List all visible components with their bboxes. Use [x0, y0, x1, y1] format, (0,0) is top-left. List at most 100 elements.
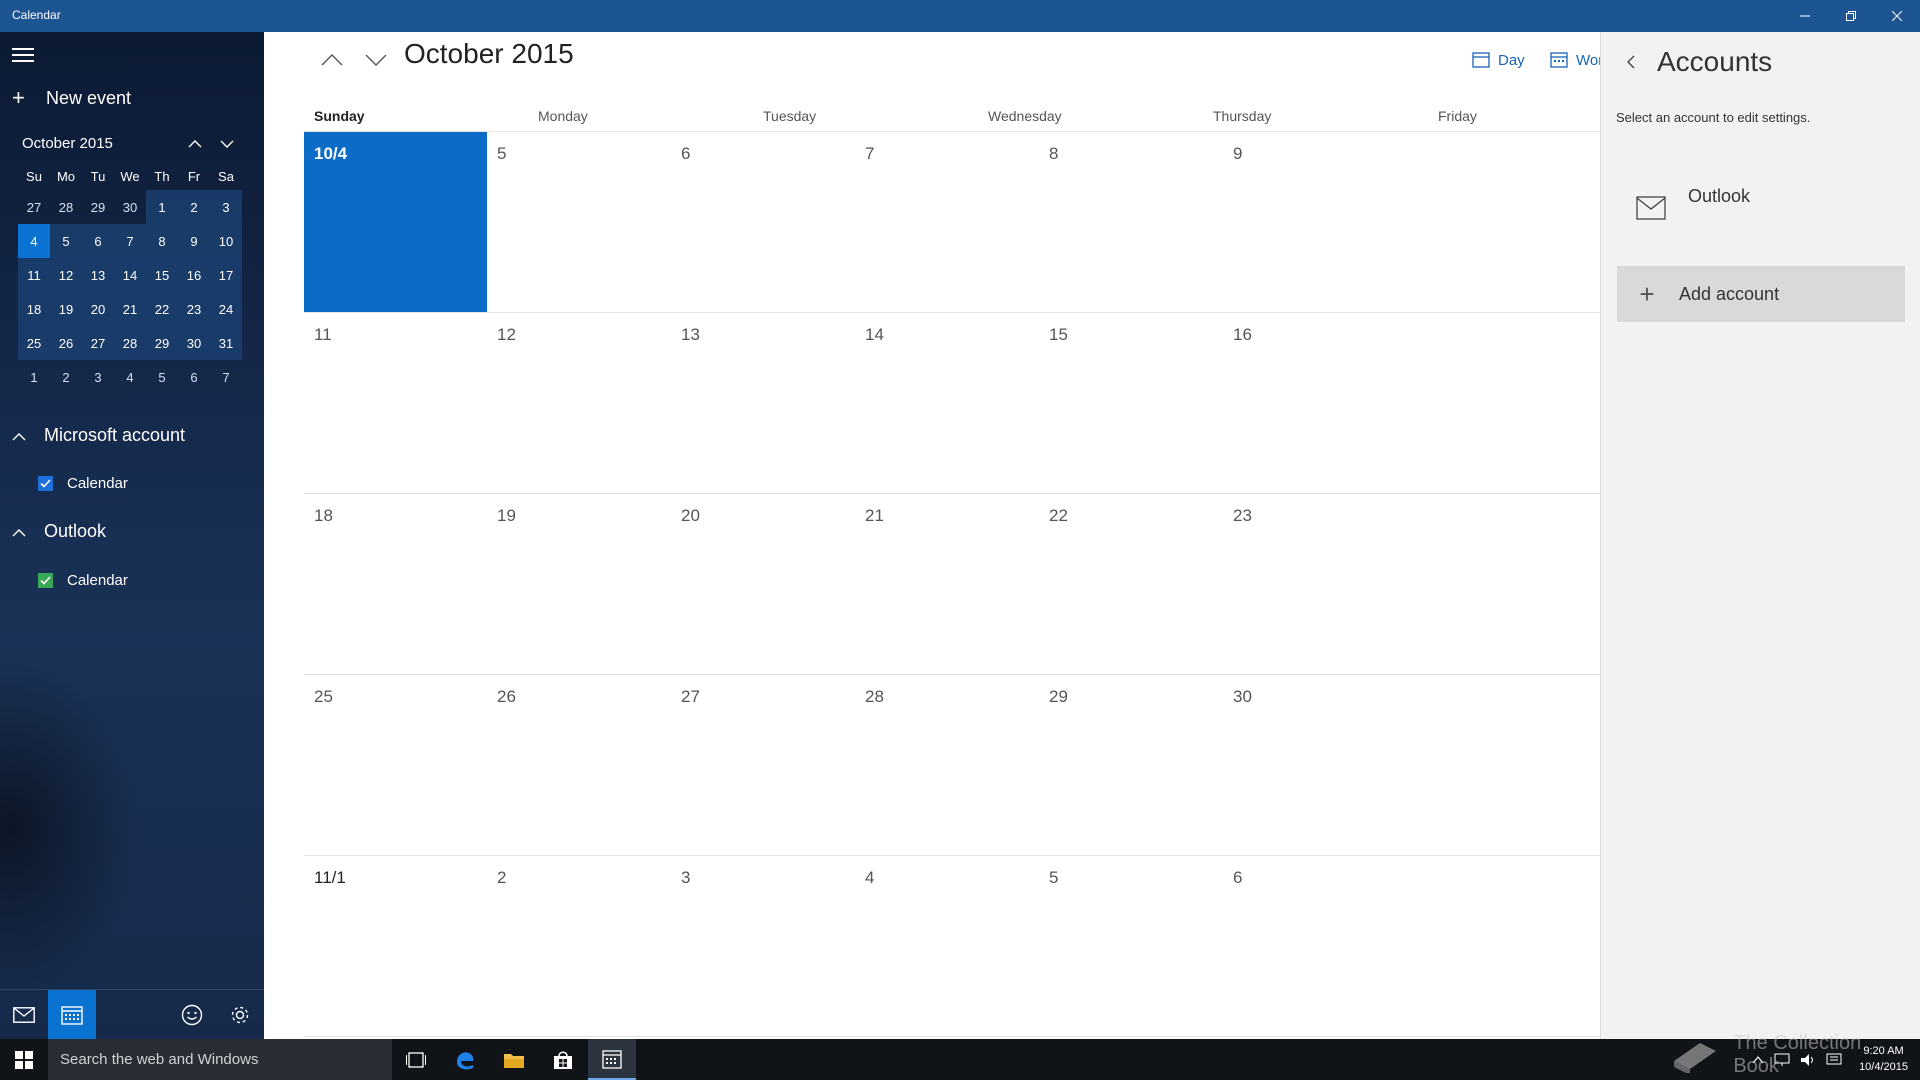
mini-calendar-day[interactable]: 27: [18, 190, 50, 224]
mini-calendar-day[interactable]: 26: [50, 326, 82, 360]
mini-calendar-day[interactable]: 30: [114, 190, 146, 224]
mini-calendar-day[interactable]: 14: [114, 258, 146, 292]
mini-calendar-day[interactable]: 28: [50, 190, 82, 224]
mini-calendar-day[interactable]: 5: [146, 360, 178, 394]
day-cell[interactable]: 29: [1039, 675, 1223, 855]
mini-calendar-day[interactable]: 3: [210, 190, 242, 224]
store-button[interactable]: [539, 1039, 587, 1080]
file-explorer-button[interactable]: [490, 1039, 538, 1080]
close-button[interactable]: [1874, 0, 1920, 32]
day-cell[interactable]: 20: [671, 494, 855, 674]
mini-calendar-day[interactable]: 11: [18, 258, 50, 292]
calendar-toggle-outlook[interactable]: Calendar: [38, 569, 128, 591]
day-cell[interactable]: 11: [304, 313, 487, 493]
day-cell[interactable]: 21: [855, 494, 1039, 674]
mini-calendar-day[interactable]: 16: [178, 258, 210, 292]
feedback-button[interactable]: [168, 990, 216, 1039]
start-button[interactable]: [0, 1039, 48, 1080]
mini-calendar-day[interactable]: 9: [178, 224, 210, 258]
mini-calendar-day[interactable]: 3: [82, 360, 114, 394]
mini-calendar-day[interactable]: 28: [114, 326, 146, 360]
back-button[interactable]: [1619, 50, 1643, 74]
mini-calendar-previous-button[interactable]: [183, 132, 207, 156]
mini-calendar-day[interactable]: 24: [210, 292, 242, 326]
day-cell[interactable]: 6: [671, 132, 855, 312]
search-box[interactable]: Search the web and Windows: [48, 1039, 392, 1080]
next-month-button[interactable]: [358, 42, 394, 78]
mini-calendar-day[interactable]: 25: [18, 326, 50, 360]
mini-calendar-day[interactable]: 10: [210, 224, 242, 258]
mini-calendar-day[interactable]: 19: [50, 292, 82, 326]
checkbox[interactable]: [38, 572, 53, 588]
day-cell[interactable]: 14: [855, 313, 1039, 493]
mini-calendar-day[interactable]: 29: [82, 190, 114, 224]
mini-calendar-day[interactable]: 6: [178, 360, 210, 394]
day-cell[interactable]: 9: [1223, 132, 1600, 312]
day-cell[interactable]: 30: [1223, 675, 1600, 855]
add-account-button[interactable]: + Add account: [1617, 266, 1905, 322]
mini-calendar-day[interactable]: 1: [18, 360, 50, 394]
mini-calendar-next-button[interactable]: [215, 132, 239, 156]
day-cell[interactable]: 12: [487, 313, 671, 493]
checkbox[interactable]: [38, 475, 53, 491]
mini-calendar-day[interactable]: 13: [82, 258, 114, 292]
hamburger-menu-icon[interactable]: [12, 44, 34, 64]
mini-calendar-day[interactable]: 29: [146, 326, 178, 360]
month-title[interactable]: October 2015: [404, 38, 574, 70]
mini-calendar-day[interactable]: 6: [82, 224, 114, 258]
mini-calendar-day[interactable]: 2: [178, 190, 210, 224]
mini-calendar-day[interactable]: 23: [178, 292, 210, 326]
mini-calendar-day[interactable]: 31: [210, 326, 242, 360]
account-outlook[interactable]: Outlook: [1616, 182, 1906, 242]
day-cell[interactable]: 13: [671, 313, 855, 493]
previous-month-button[interactable]: [314, 42, 350, 78]
day-cell[interactable]: 28: [855, 675, 1039, 855]
mini-calendar-day[interactable]: 30: [178, 326, 210, 360]
mini-calendar-day[interactable]: 22: [146, 292, 178, 326]
mail-button[interactable]: [0, 990, 48, 1039]
mini-calendar-day[interactable]: 4: [114, 360, 146, 394]
work-week-view-button[interactable]: Wor: [1550, 42, 1603, 78]
day-cell[interactable]: 6: [1223, 856, 1600, 1036]
day-cell[interactable]: 15: [1039, 313, 1223, 493]
day-view-button[interactable]: Day: [1472, 42, 1525, 78]
mini-calendar-day[interactable]: 7: [114, 224, 146, 258]
task-view-button[interactable]: [392, 1039, 440, 1080]
mini-calendar-month-label[interactable]: October 2015: [22, 135, 113, 152]
mini-calendar-day[interactable]: 1: [146, 190, 178, 224]
day-cell[interactable]: 22: [1039, 494, 1223, 674]
day-cell[interactable]: 27: [671, 675, 855, 855]
mini-calendar-day[interactable]: 18: [18, 292, 50, 326]
day-cell[interactable]: 5: [1039, 856, 1223, 1036]
mini-calendar-day[interactable]: 17: [210, 258, 242, 292]
edge-button[interactable]: [441, 1039, 489, 1080]
day-cell[interactable]: 2: [487, 856, 671, 1036]
day-cell[interactable]: 7: [855, 132, 1039, 312]
day-cell[interactable]: 26: [487, 675, 671, 855]
outlook-group-header[interactable]: Outlook: [12, 518, 106, 544]
mini-calendar-day[interactable]: 27: [82, 326, 114, 360]
mini-calendar-day[interactable]: 5: [50, 224, 82, 258]
restore-button[interactable]: [1828, 0, 1874, 32]
day-cell[interactable]: 16: [1223, 313, 1600, 493]
day-cell[interactable]: 5: [487, 132, 671, 312]
day-cell[interactable]: 23: [1223, 494, 1600, 674]
new-event-button[interactable]: + New event: [12, 84, 131, 112]
calendar-toggle-microsoft[interactable]: Calendar: [38, 472, 128, 494]
calendar-app-button[interactable]: [48, 990, 96, 1039]
minimize-button[interactable]: [1782, 0, 1828, 32]
mini-calendar-day[interactable]: 7: [210, 360, 242, 394]
day-cell[interactable]: 3: [671, 856, 855, 1036]
mini-calendar-day[interactable]: 8: [146, 224, 178, 258]
mini-calendar-day[interactable]: 21: [114, 292, 146, 326]
day-cell[interactable]: 4: [855, 856, 1039, 1036]
mini-calendar-day[interactable]: 12: [50, 258, 82, 292]
day-cell[interactable]: 11/1: [304, 856, 487, 1036]
mini-calendar-day[interactable]: 15: [146, 258, 178, 292]
day-cell[interactable]: 10/4: [304, 132, 487, 312]
calendar-taskbar-button[interactable]: [588, 1039, 636, 1080]
settings-button[interactable]: [216, 990, 264, 1039]
day-cell[interactable]: 8: [1039, 132, 1223, 312]
day-cell[interactable]: 19: [487, 494, 671, 674]
day-cell[interactable]: 18: [304, 494, 487, 674]
